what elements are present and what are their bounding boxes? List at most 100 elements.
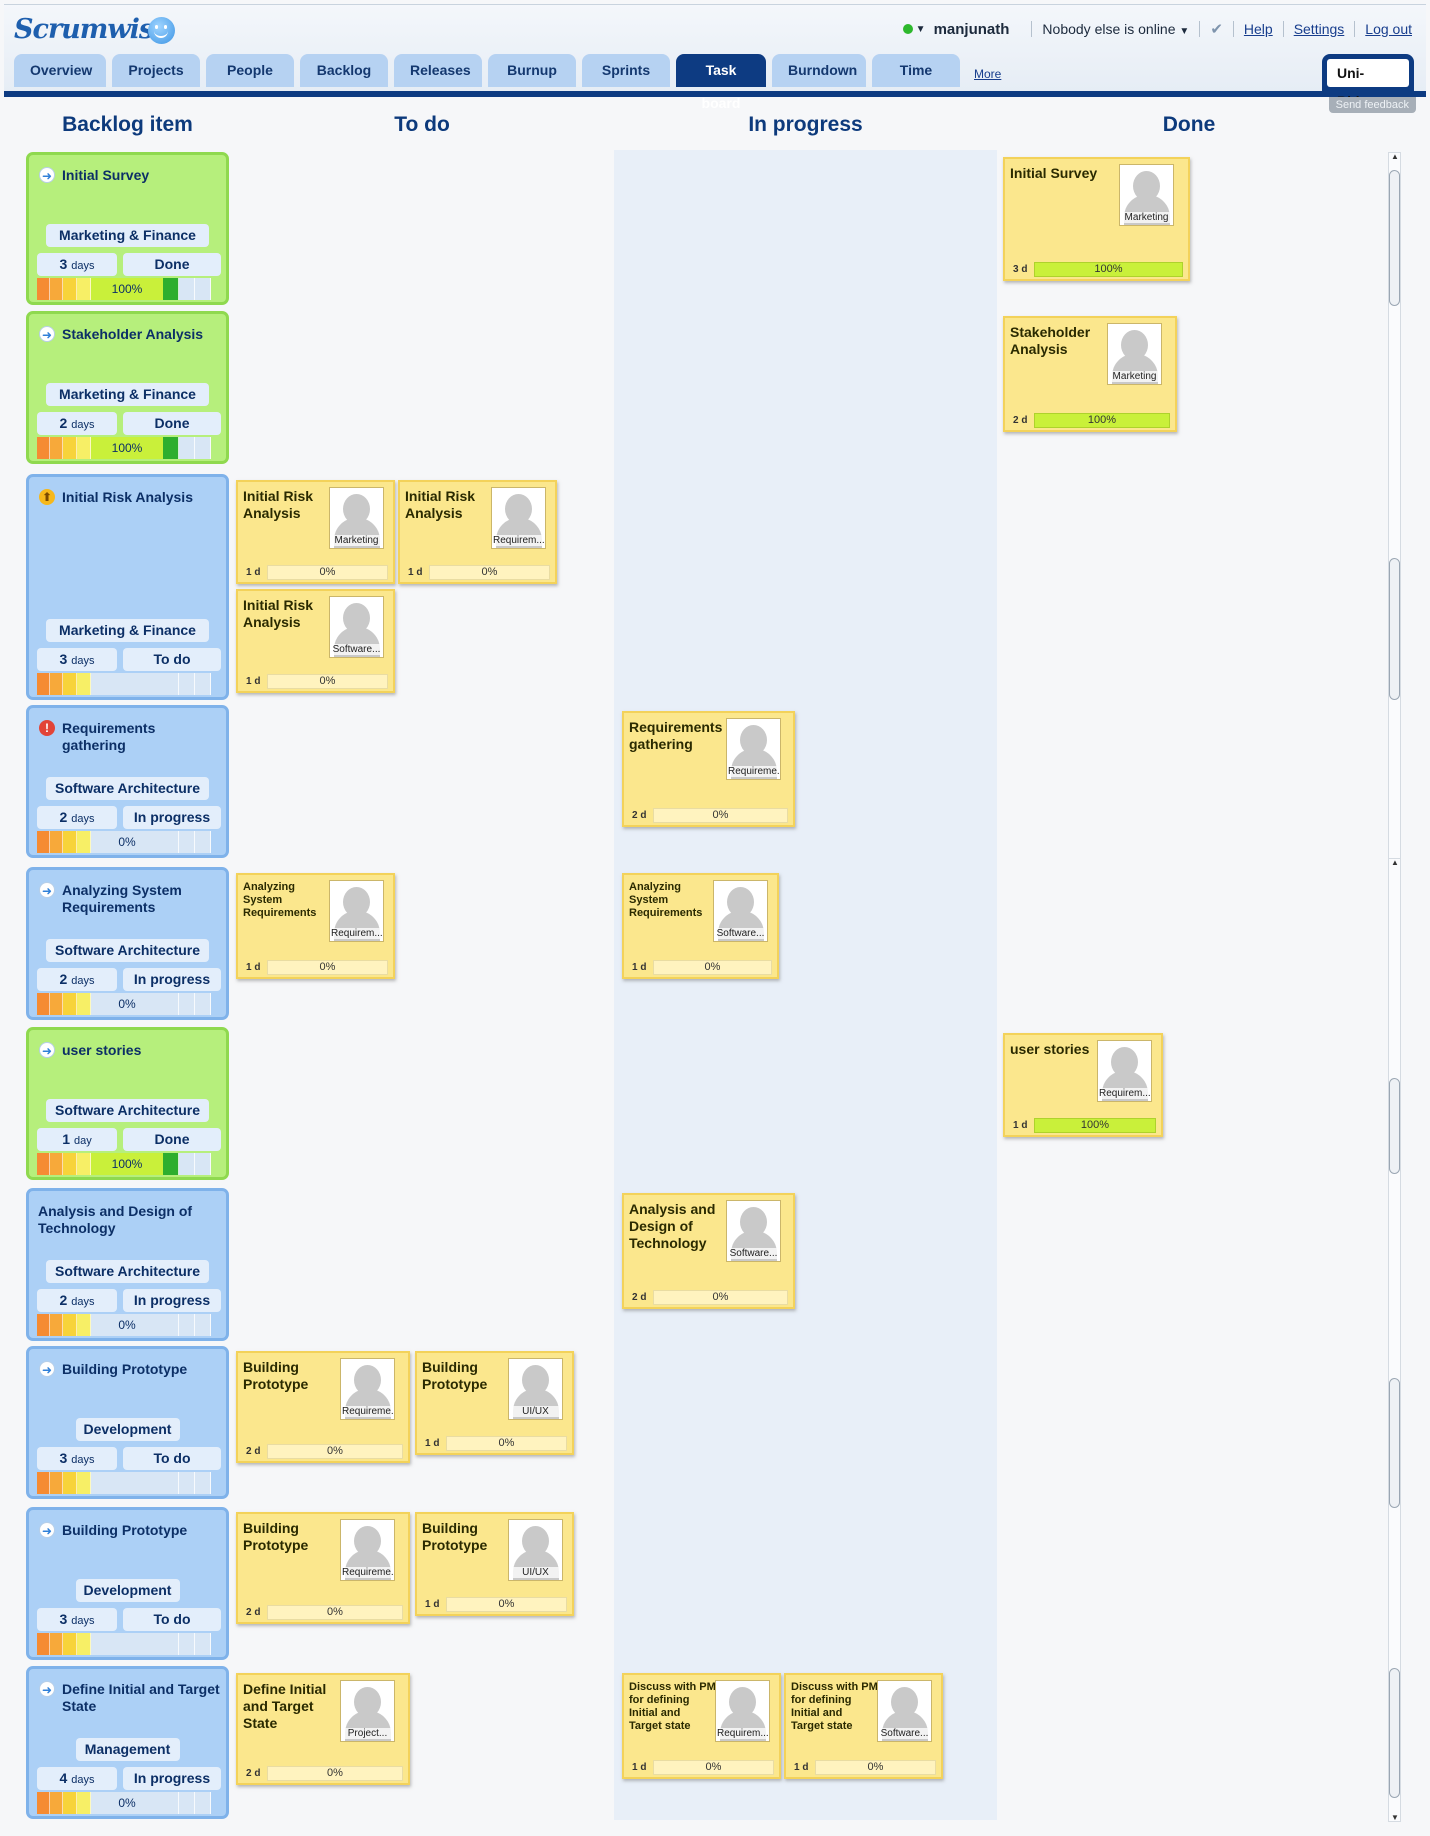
- task-progress[interactable]: 0%: [446, 1597, 567, 1612]
- backlog-item[interactable]: ➜ Analyzing System Requirements Software A…: [26, 867, 229, 1020]
- send-feedback-button[interactable]: Send feedback: [1328, 97, 1416, 113]
- backlog-item[interactable]: ➜ Building Prototype Development 3 days To d…: [26, 1346, 229, 1499]
- task-estimate[interactable]: 3 d: [1010, 262, 1034, 277]
- status-badge[interactable]: Done: [123, 1128, 221, 1151]
- backlog-item-title[interactable]: Define Initial and Target State: [62, 1681, 220, 1715]
- estimate-badge[interactable]: 4 days: [37, 1767, 117, 1790]
- task-progress[interactable]: 0%: [653, 960, 772, 975]
- task-card[interactable]: Analyzing System Requirements Software..…: [622, 873, 779, 979]
- backlog-item[interactable]: ➜ Building Prototype Development 3 days To d…: [26, 1507, 229, 1660]
- task-card[interactable]: user stories Requirem... 1 d 100%: [1003, 1033, 1163, 1137]
- arrow-right-icon[interactable]: ➜: [39, 326, 55, 342]
- assignee-avatar[interactable]: Requirem...: [1097, 1040, 1152, 1102]
- assignee-avatar[interactable]: UI/UX: [508, 1519, 563, 1581]
- tab-backlog[interactable]: Backlog: [300, 54, 388, 87]
- backlog-item-title[interactable]: Building Prototype: [62, 1522, 220, 1539]
- tab-burnup[interactable]: Burnup: [488, 54, 576, 87]
- status-badge[interactable]: In progress: [123, 968, 221, 991]
- task-progress[interactable]: 0%: [267, 565, 388, 580]
- arrow-right-icon[interactable]: ➜: [39, 167, 55, 183]
- task-progress[interactable]: 0%: [653, 808, 788, 823]
- estimate-badge[interactable]: 2 days: [37, 806, 117, 829]
- task-estimate[interactable]: 1 d: [422, 1597, 446, 1612]
- estimate-badge[interactable]: 2 days: [37, 412, 117, 435]
- status-badge[interactable]: Done: [123, 412, 221, 435]
- task-card[interactable]: Requirements gathering Requireme... 2 d …: [622, 711, 795, 827]
- assignee-avatar[interactable]: Requireme...: [340, 1519, 395, 1581]
- backlog-item-title[interactable]: Requirements gathering: [62, 720, 220, 754]
- help-link[interactable]: Help: [1244, 21, 1273, 37]
- backlog-item[interactable]: ⬆ Initial Risk Analysis Marketing & Financ…: [26, 474, 229, 700]
- scroll-up-icon[interactable]: ▲: [1389, 152, 1401, 161]
- task-card[interactable]: Analysis and Design of Technology Softwa…: [622, 1193, 795, 1309]
- assignee-avatar[interactable]: Marketing: [329, 487, 384, 549]
- assignee-avatar[interactable]: Software...: [329, 596, 384, 658]
- status-badge[interactable]: To do: [123, 1608, 221, 1631]
- backlog-item-title[interactable]: Analyzing System Requirements: [62, 882, 220, 916]
- arrow-right-icon[interactable]: ➜: [39, 1042, 55, 1058]
- status-badge[interactable]: To do: [123, 648, 221, 671]
- tab-time[interactable]: Time: [872, 54, 960, 87]
- backlog-item[interactable]: ! Requirements gathering Software Architec…: [26, 705, 229, 858]
- task-progress[interactable]: 0%: [815, 1760, 936, 1775]
- estimate-badge[interactable]: 3 days: [37, 648, 117, 671]
- task-card[interactable]: Stakeholder Analysis Marketing 2 d 100%: [1003, 316, 1177, 432]
- task-progress[interactable]: 0%: [653, 1290, 788, 1305]
- arrow-right-icon[interactable]: ➜: [39, 1681, 55, 1697]
- task-progress[interactable]: 100%: [1034, 413, 1170, 428]
- task-progress[interactable]: 0%: [267, 1766, 403, 1781]
- tab-overview[interactable]: Overview: [14, 54, 106, 87]
- username[interactable]: manjunath: [934, 21, 1010, 38]
- checkmark-icon[interactable]: ✔: [1210, 20, 1223, 38]
- task-estimate[interactable]: 2 d: [243, 1444, 267, 1459]
- task-estimate[interactable]: 1 d: [422, 1436, 446, 1451]
- task-estimate[interactable]: 1 d: [629, 960, 653, 975]
- vertical-scrollbar-lower[interactable]: ▲ ▼: [1386, 858, 1401, 1822]
- status-badge[interactable]: In progress: [123, 806, 221, 829]
- task-progress[interactable]: 0%: [267, 960, 388, 975]
- assignee-avatar[interactable]: Requirem...: [491, 487, 546, 549]
- task-card[interactable]: Discuss with PM for defining Initial and…: [622, 1673, 781, 1779]
- status-badge[interactable]: In progress: [123, 1767, 221, 1790]
- backlog-item-title[interactable]: Initial Survey: [62, 167, 220, 184]
- project-selector[interactable]: Uni-Ride▼: [1322, 54, 1414, 109]
- status-badge[interactable]: To do: [123, 1447, 221, 1470]
- assignee-avatar[interactable]: Project...: [340, 1680, 395, 1742]
- arrow-up-icon[interactable]: ⬆: [39, 489, 55, 505]
- tab-burndown[interactable]: Burndown: [772, 54, 866, 87]
- task-card[interactable]: Initial Risk Analysis Requirem... 1 d 0%: [398, 480, 557, 584]
- estimate-badge[interactable]: 2 days: [37, 1289, 117, 1312]
- assignee-avatar[interactable]: Requirem...: [329, 880, 384, 942]
- task-card[interactable]: Initial Survey Marketing 3 d 100%: [1003, 157, 1190, 281]
- assignee-avatar[interactable]: Software...: [877, 1680, 932, 1742]
- assignee-avatar[interactable]: Requireme...: [726, 718, 781, 780]
- backlog-item-title[interactable]: Building Prototype: [62, 1361, 220, 1378]
- estimate-badge[interactable]: 3 days: [37, 1447, 117, 1470]
- tab-projects[interactable]: Projects: [112, 54, 200, 87]
- task-estimate[interactable]: 2 d: [629, 1290, 653, 1305]
- task-card[interactable]: Discuss with PM for defining Initial and…: [784, 1673, 943, 1779]
- task-estimate[interactable]: 1 d: [243, 674, 267, 689]
- task-estimate[interactable]: 2 d: [243, 1605, 267, 1620]
- task-progress[interactable]: 0%: [429, 565, 550, 580]
- backlog-item[interactable]: ➜ user stories Software Architecture 1 day D…: [26, 1027, 229, 1180]
- task-progress[interactable]: 0%: [267, 1444, 403, 1459]
- tab-people[interactable]: People: [206, 54, 294, 87]
- arrow-right-icon[interactable]: ➜: [39, 1522, 55, 1538]
- estimate-badge[interactable]: 2 days: [37, 968, 117, 991]
- task-card[interactable]: Building Prototype UI/UX 1 d 0%: [415, 1512, 574, 1616]
- task-progress[interactable]: 0%: [267, 674, 388, 689]
- backlog-item[interactable]: ➜ Initial Survey Marketing & Finance 3 days…: [26, 152, 229, 305]
- task-card[interactable]: Building Prototype Requireme... 2 d 0%: [236, 1512, 410, 1624]
- backlog-item[interactable]: ➜ Stakeholder Analysis Marketing & Finance…: [26, 311, 229, 464]
- task-progress[interactable]: 100%: [1034, 1118, 1156, 1133]
- assignee-avatar[interactable]: Marketing: [1119, 164, 1174, 226]
- estimate-badge[interactable]: 3 days: [37, 253, 117, 276]
- backlog-item-title[interactable]: Stakeholder Analysis: [62, 326, 220, 343]
- tab-releases[interactable]: Releases: [394, 54, 482, 87]
- arrow-right-icon[interactable]: ➜: [39, 882, 55, 898]
- task-estimate[interactable]: 2 d: [243, 1766, 267, 1781]
- task-estimate[interactable]: 1 d: [243, 565, 267, 580]
- status-badge[interactable]: In progress: [123, 1289, 221, 1312]
- task-estimate[interactable]: 1 d: [405, 565, 429, 580]
